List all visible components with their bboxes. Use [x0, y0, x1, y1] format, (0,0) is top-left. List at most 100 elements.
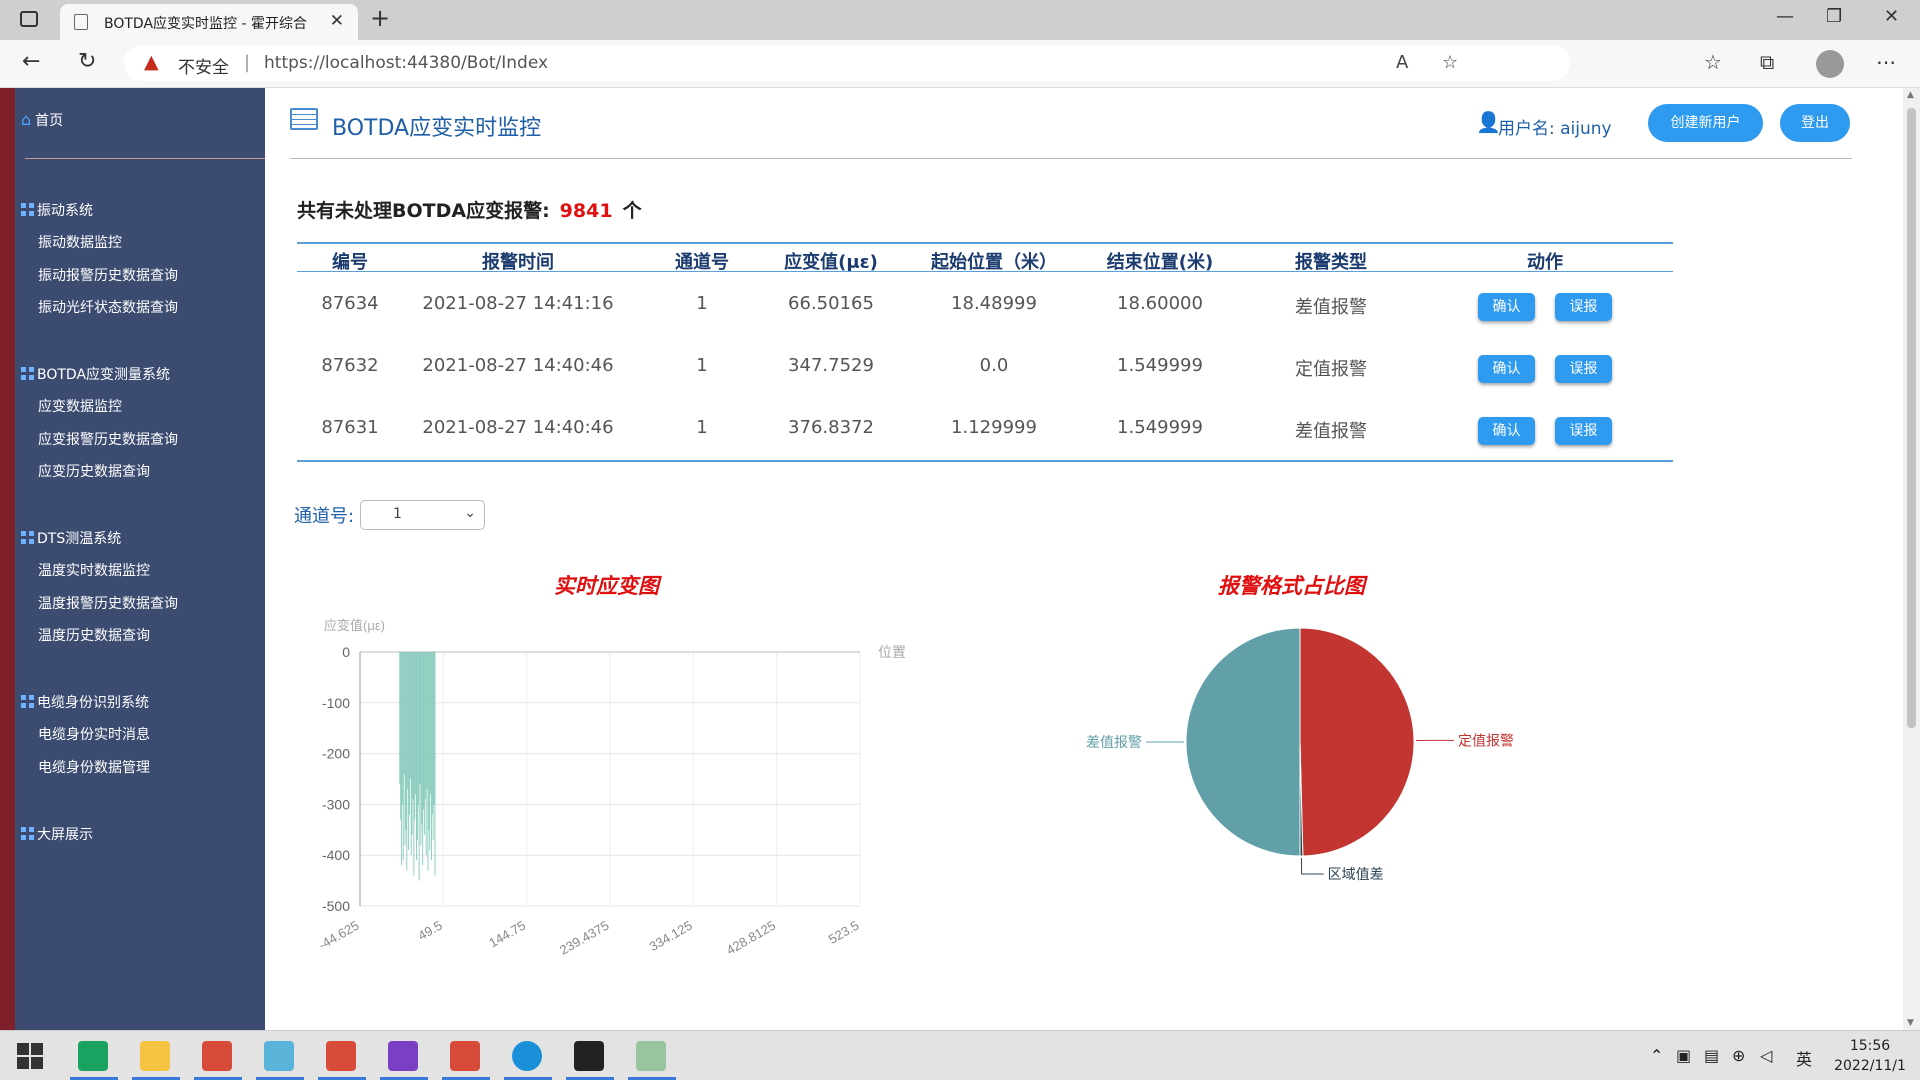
- page-favicon-icon: [74, 14, 88, 30]
- url-text[interactable]: https://localhost:44380/Bot/Index: [264, 53, 548, 73]
- strain-bar: [430, 652, 432, 795]
- tray-app-icon[interactable]: ▣: [1676, 1046, 1691, 1065]
- app-icon[interactable]: [326, 1041, 356, 1071]
- strain-bar: [399, 652, 401, 785]
- edge-browser-icon[interactable]: [512, 1041, 542, 1071]
- volume-icon[interactable]: ◁: [1760, 1046, 1772, 1065]
- scroll-up-icon[interactable]: ▲: [1907, 90, 1914, 100]
- strain-bar: [410, 652, 412, 856]
- strain-bar: [427, 652, 429, 871]
- app-icon[interactable]: [636, 1041, 666, 1071]
- read-aloud-icon[interactable]: A: [1396, 52, 1408, 73]
- y-tick-label: -200: [322, 746, 350, 762]
- y-tick-label: -100: [322, 695, 350, 711]
- strain-bar: [402, 652, 404, 861]
- strain-bar: [416, 652, 418, 840]
- tab-close-icon[interactable]: ✕: [330, 11, 344, 31]
- restore-icon[interactable]: ❐: [1826, 6, 1842, 27]
- strain-bar: [431, 652, 433, 815]
- app-text-icon[interactable]: [78, 1041, 108, 1071]
- app-icon[interactable]: [264, 1041, 294, 1071]
- page-scrollbar[interactable]: ▲ ▼: [1903, 88, 1920, 1030]
- strain-bar: [411, 652, 413, 835]
- strain-bar: [425, 652, 427, 856]
- strain-bar: [433, 652, 435, 805]
- warning-icon: ▲: [144, 51, 159, 73]
- page-content: ⌂ 首页 振动系统 振动数据监控 振动报警历史数据查询 振动光纤状态数据查询 BO…: [0, 88, 1903, 1030]
- app-icon[interactable]: [202, 1041, 232, 1071]
- strain-bar: [432, 652, 434, 840]
- tab-actions-icon[interactable]: [20, 11, 38, 27]
- x-tick-label: 144.75: [486, 918, 528, 951]
- strain-bar: [428, 652, 430, 830]
- x-tick-label: 49.5: [415, 918, 444, 944]
- pie-slice: [1299, 627, 1415, 857]
- address-bar[interactable]: ▲ 不安全 | https://localhost:44380/Bot/Inde…: [124, 45, 1570, 81]
- start-icon[interactable]: [15, 1041, 45, 1071]
- refresh-icon[interactable]: ↻: [78, 49, 96, 74]
- strain-bar: [426, 652, 428, 790]
- strain-bar: [400, 652, 402, 820]
- x-tick-label: 428.8125: [724, 918, 778, 958]
- tray-app-icon[interactable]: ▤: [1704, 1046, 1719, 1065]
- y-axis-label: 应变值(με): [324, 618, 385, 633]
- network-icon[interactable]: ⊕: [1732, 1046, 1745, 1065]
- strain-bar: [434, 652, 436, 876]
- favorite-add-icon[interactable]: ☆: [1442, 52, 1458, 73]
- strain-bar: [421, 652, 423, 825]
- clock-time: 15:56: [1849, 1038, 1891, 1054]
- system-clock[interactable]: 15:56 2022/11/1: [1828, 1036, 1912, 1076]
- strain-bar: [424, 652, 426, 800]
- url-separator: |: [244, 52, 251, 73]
- file-explorer-icon[interactable]: [140, 1041, 170, 1071]
- address-toolbar: ← ↻ ▲ 不安全 | https://localhost:44380/Bot/…: [0, 40, 1920, 88]
- x-tick-label: -44.625: [316, 918, 362, 953]
- strain-bar: [412, 652, 414, 800]
- strain-bar: [420, 652, 422, 846]
- strain-bar: [423, 652, 425, 835]
- strain-bar: [429, 652, 431, 851]
- strain-bar: [419, 652, 421, 785]
- browser-tab[interactable]: BOTDA应变实时监控 - 霍开综合 ✕: [60, 4, 358, 40]
- strain-bar: [423, 652, 425, 810]
- strain-bar: [406, 652, 408, 871]
- strain-bar: [408, 652, 410, 815]
- scrollbar-thumb[interactable]: [1907, 108, 1916, 728]
- strain-bar: [417, 652, 419, 805]
- pie-slice-label: 区域值差: [1328, 866, 1384, 882]
- strain-bar: [409, 652, 411, 779]
- strain-bar: [414, 652, 416, 820]
- insecure-label: 不安全: [178, 58, 229, 78]
- pie-slice-label: 差值报警: [1086, 734, 1142, 750]
- scroll-down-icon[interactable]: ▼: [1907, 1018, 1914, 1028]
- y-tick-label: -300: [322, 796, 350, 812]
- strain-bar: [401, 652, 403, 805]
- collections-icon[interactable]: ⧉: [1760, 50, 1774, 74]
- favorites-icon[interactable]: ☆: [1704, 50, 1722, 74]
- strain-bar: [413, 652, 415, 876]
- more-menu-icon[interactable]: ⋯: [1876, 50, 1896, 74]
- strain-bar: [405, 652, 407, 830]
- strain-bar: [404, 652, 406, 846]
- back-icon[interactable]: ←: [22, 49, 40, 74]
- strain-bar: [407, 652, 409, 790]
- app-icon[interactable]: [450, 1041, 480, 1071]
- taskbar: ⌃ ▣ ▤ ⊕ ◁ 英 15:56 2022/11/1: [0, 1030, 1920, 1080]
- clock-date: 2022/11/1: [1834, 1058, 1906, 1074]
- browser-tab-strip: BOTDA应变实时监控 - 霍开综合 ✕ + — ❐ ✕: [0, 0, 1920, 40]
- visual-studio-icon[interactable]: [388, 1041, 418, 1071]
- strain-bar: [401, 652, 403, 866]
- y-tick-label: 0: [342, 644, 350, 660]
- tray-overflow-icon[interactable]: ⌃: [1650, 1046, 1663, 1065]
- pie-slice: [1185, 627, 1301, 857]
- terminal-icon[interactable]: [574, 1041, 604, 1071]
- pie-slice-label: 定值报警: [1458, 732, 1514, 748]
- new-tab-icon[interactable]: +: [370, 4, 390, 32]
- minimize-icon[interactable]: —: [1776, 6, 1794, 27]
- y-tick-label: -400: [322, 847, 350, 863]
- window-close-icon[interactable]: ✕: [1884, 6, 1899, 27]
- strain-bar: [418, 652, 420, 881]
- ime-indicator[interactable]: 英: [1796, 1046, 1812, 1070]
- profile-avatar[interactable]: [1816, 50, 1844, 78]
- x-axis-label: 位置: [878, 644, 906, 660]
